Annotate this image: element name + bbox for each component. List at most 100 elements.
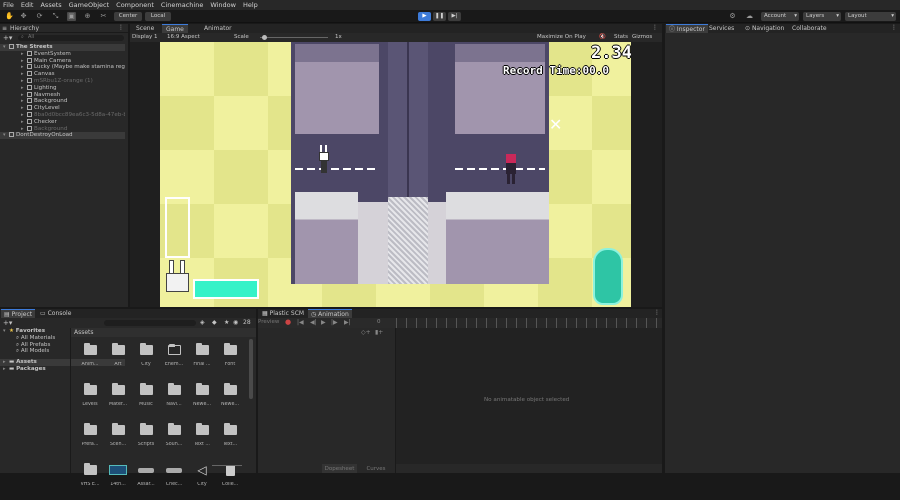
transform-tool-icon[interactable]: ⊕ [83, 12, 92, 21]
play-icon[interactable]: ▶ [321, 319, 326, 326]
menu-item-file[interactable]: File [3, 0, 14, 10]
asset-item[interactable]: Anim... [76, 340, 104, 380]
asset-item[interactable]: Text... [216, 420, 244, 460]
asset-item[interactable]: Enem... [160, 340, 188, 380]
filter-icon[interactable]: ◈ [200, 319, 205, 326]
custom-tool-icon[interactable]: ✂ [99, 12, 108, 21]
tab-animation[interactable]: ◷ Animation [308, 309, 352, 318]
menu-item-window[interactable]: Window [210, 0, 236, 10]
asset-item[interactable]: Soun... [160, 420, 188, 460]
hierarchy-item[interactable]: ▸ Checker [0, 118, 125, 126]
asset-item[interactable]: Scripts [132, 420, 160, 460]
asset-item[interactable]: Levels [76, 380, 104, 420]
hierarchy-item[interactable]: ▸ Canvas [0, 71, 125, 78]
menu-item-help[interactable]: Help [243, 0, 258, 10]
project-scrollbar[interactable] [249, 339, 253, 399]
label-icon[interactable]: ◆ [212, 319, 217, 326]
move-tool-icon[interactable]: ✥ [19, 12, 28, 21]
stats-button[interactable]: Stats [614, 33, 628, 42]
asset-item[interactable]: VHS E... [76, 460, 104, 500]
hierarchy-item[interactable]: ▸ Lighting [0, 84, 125, 92]
rotate-tool-icon[interactable]: ⟳ [35, 12, 44, 21]
asset-item[interactable]: Scen... [104, 420, 132, 460]
asset-item[interactable]: Colle... [216, 460, 244, 500]
hierarchy-item[interactable]: ▸ Background [0, 98, 125, 105]
menu-item-cinemachine[interactable]: Cinemachine [161, 0, 203, 10]
asset-item[interactable]: Newe... [188, 380, 216, 420]
step-button[interactable]: ▶| [448, 12, 461, 21]
tab-services[interactable]: Services [709, 24, 734, 33]
hierarchy-item[interactable]: ▸ CityLevel [0, 105, 125, 112]
tab-navigation[interactable]: ⊙ Navigation [745, 24, 784, 33]
tab-project[interactable]: ▤ Project [1, 309, 36, 318]
asset-item[interactable]: Chec... [160, 460, 188, 500]
gizmos-button[interactable]: Gizmos [632, 33, 652, 42]
asset-item[interactable]: Music [132, 380, 160, 420]
menu-item-edit[interactable]: Edit [21, 0, 34, 10]
add-event-icon[interactable]: ▮+ [375, 329, 383, 336]
asset-item[interactable]: Newe... [216, 380, 244, 420]
asset-item[interactable]: Assar... [132, 460, 160, 500]
star-icon[interactable]: ★ [224, 319, 229, 326]
menu-item-gameobject[interactable]: GameObject [69, 0, 110, 10]
mute-audio-icon[interactable]: 🔇 [599, 33, 606, 42]
asset-item[interactable]: 14th... [104, 460, 132, 500]
aspect-dropdown[interactable]: 16:9 Aspect [167, 33, 200, 42]
asset-item[interactable]: ◁ City [188, 460, 216, 500]
more-menu-icon[interactable]: ⋮ [654, 309, 660, 316]
next-key-icon[interactable]: |▶ [331, 319, 338, 326]
pause-button[interactable]: ❚❚ [433, 12, 446, 21]
tab-collaborate[interactable]: Collaborate [792, 24, 827, 33]
menu-item-component[interactable]: Component [116, 0, 154, 10]
tab-curves[interactable]: Curves [361, 464, 391, 473]
tab-inspector[interactable]: ⓘ Inspector [666, 24, 708, 33]
hierarchy-item[interactable]: ▸Lucky (Maybe make stamina regain a [0, 64, 125, 71]
asset-item[interactable]: Final ... [188, 340, 216, 380]
play-button[interactable]: ▶ [418, 12, 431, 21]
hierarchy-item[interactable]: ▸ Main Camera [0, 57, 125, 65]
tab-game[interactable]: Game [162, 24, 188, 33]
hand-tool-icon[interactable]: ✋ [5, 12, 14, 21]
settings-gear-icon[interactable]: ⚙ [728, 12, 737, 21]
asset-item[interactable]: City [132, 340, 160, 380]
hierarchy-item[interactable]: ▸ EventSystem [0, 50, 125, 58]
hierarchy-item[interactable]: ▸ 8ba0d0bcc89ea6c3-5d8a-47eb-b4 [0, 111, 125, 119]
layout-dropdown[interactable]: Layout ▾ [845, 12, 896, 21]
display-dropdown[interactable]: Display 1 [132, 33, 158, 42]
tab-console[interactable]: ▭ Console [40, 309, 71, 318]
dopesheet-area[interactable]: No animatable object selected [396, 328, 662, 464]
first-key-icon[interactable]: |◀ [297, 319, 304, 326]
hierarchy-item[interactable]: ▾ DontDestroyOnLoad [0, 132, 125, 140]
hierarchy-item[interactable]: ▸ Background [0, 125, 125, 133]
cloud-icon[interactable]: ☁ [745, 12, 754, 21]
breadcrumb-assets[interactable]: Assets [74, 328, 94, 337]
scale-slider[interactable] [260, 37, 328, 38]
menu-item-assets[interactable]: Assets [40, 0, 61, 10]
game-view[interactable]: ✕ 2.34 Record Time:00.0 [160, 42, 631, 307]
asset-item[interactable]: Font [216, 340, 244, 380]
pivot-center-button[interactable]: Center [114, 12, 142, 21]
prev-key-icon[interactable]: ◀| [310, 319, 317, 326]
hierarchy-item[interactable]: ▸ mSRbu1Z-orange (1) [0, 77, 125, 85]
more-menu-icon[interactable]: ⋮ [891, 24, 897, 31]
layers-dropdown[interactable]: Layers ▾ [803, 12, 841, 21]
preview-button[interactable]: Preview [258, 319, 279, 325]
timeline-ruler[interactable] [396, 318, 662, 328]
frame-field[interactable]: 0 [377, 319, 381, 325]
last-key-icon[interactable]: ▶| [344, 319, 351, 326]
maximize-on-play-button[interactable]: Maximize On Play [537, 33, 586, 42]
add-icon[interactable]: +▾ [3, 34, 12, 42]
tab-hierarchy[interactable]: Hierarchy [10, 24, 39, 33]
hierarchy-search-input[interactable]: ⌕ All [18, 34, 124, 41]
asset-item[interactable]: Prefa... [76, 420, 104, 460]
scale-tool-icon[interactable]: ⤡ [51, 12, 60, 21]
project-search-input[interactable] [104, 320, 196, 326]
add-keyframe-icon[interactable]: ◇+ [361, 329, 371, 336]
tab-scene[interactable]: Scene [132, 24, 158, 33]
asset-item[interactable]: Art [104, 340, 132, 380]
space-local-button[interactable]: Local [145, 12, 171, 21]
asset-item[interactable]: Text ... [188, 420, 216, 460]
asset-item[interactable]: Navi... [160, 380, 188, 420]
tab-animator[interactable]: Animator [200, 24, 236, 33]
more-menu-icon[interactable]: ⋮ [118, 24, 124, 31]
